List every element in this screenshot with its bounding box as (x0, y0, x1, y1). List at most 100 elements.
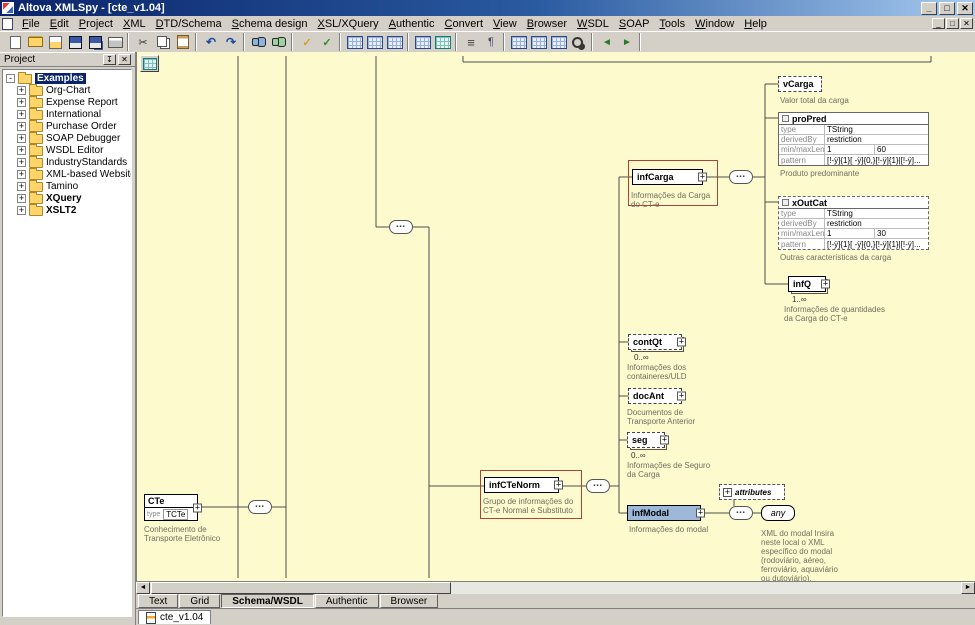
propred-header[interactable]: proPred (779, 113, 928, 125)
collapse-icon[interactable] (6, 74, 15, 83)
tree-item-purchase-order[interactable]: Purchase Order (3, 120, 131, 132)
expand-icon[interactable] (17, 98, 26, 107)
switch-project-icon[interactable] (45, 34, 65, 51)
print-icon[interactable] (105, 34, 125, 51)
schema-display-diagram-icon[interactable] (529, 34, 549, 51)
expand-icon[interactable] (696, 509, 705, 518)
child-minimize-icon[interactable] (932, 18, 945, 29)
tree-item-expense-report[interactable]: Expense Report (3, 96, 131, 108)
expand-icon[interactable] (554, 481, 563, 490)
document-window-icon[interactable] (2, 18, 13, 30)
tree-item-soap-debugger[interactable]: SOAP Debugger (3, 132, 131, 144)
expand-icon[interactable] (677, 338, 686, 347)
element-contqt[interactable]: contQt (628, 334, 682, 350)
redo-icon[interactable] (221, 34, 241, 51)
expand-icon[interactable] (193, 503, 202, 512)
tree-item-wsdl-editor[interactable]: WSDL Editor (3, 144, 131, 156)
sequence-compositor-icon[interactable] (389, 220, 413, 234)
check-wellformed-icon[interactable] (297, 34, 317, 51)
tree-item-xquery[interactable]: XQuery (3, 192, 131, 204)
expand-icon[interactable] (17, 194, 26, 203)
scroll-right-icon[interactable]: ► (961, 582, 975, 594)
menu-dtd-schema[interactable]: DTD/Schema (151, 18, 227, 30)
add-child-row-icon[interactable] (385, 34, 405, 51)
menu-tools[interactable]: Tools (654, 18, 690, 30)
table-view-icon[interactable] (433, 34, 453, 51)
validate-icon[interactable] (317, 34, 337, 51)
element-infq[interactable]: infQ (788, 276, 826, 292)
append-row-icon[interactable] (345, 34, 365, 51)
expand-icon[interactable] (723, 488, 732, 497)
schema-display-all-icon[interactable] (509, 34, 529, 51)
tree-item-tamino[interactable]: Tamino (3, 180, 131, 192)
attributes-box[interactable]: attributes (719, 484, 785, 500)
sequence-compositor-icon[interactable] (248, 500, 272, 514)
expand-icon[interactable] (17, 134, 26, 143)
tree-item-examples[interactable]: Examples (3, 72, 131, 84)
undo-icon[interactable] (201, 34, 221, 51)
expand-icon[interactable] (17, 206, 26, 215)
zoom-icon[interactable] (569, 34, 589, 51)
expand-icon[interactable] (677, 392, 686, 401)
expand-icon[interactable] (17, 146, 26, 155)
paste-icon[interactable] (173, 34, 193, 51)
element-vcarga[interactable]: vCarga (778, 76, 822, 92)
expand-icon[interactable] (17, 86, 26, 95)
tree-item-xslt2[interactable]: XSLT2 (3, 204, 131, 216)
sequence-compositor-icon[interactable] (729, 506, 753, 520)
menu-schema-design[interactable]: Schema design (227, 18, 313, 30)
save-all-icon[interactable] (85, 34, 105, 51)
tree-item-international[interactable]: International (3, 108, 131, 120)
menu-view[interactable]: View (488, 18, 522, 30)
show-globals-button[interactable] (140, 55, 159, 72)
expand-icon[interactable] (17, 110, 26, 119)
minimize-icon[interactable] (921, 2, 937, 15)
element-propred[interactable]: proPred type TString derivedBy restricti… (778, 112, 929, 166)
menu-xml[interactable]: XML (118, 18, 151, 30)
menu-project[interactable]: Project (74, 18, 118, 30)
element-docant[interactable]: docAnt (628, 388, 682, 404)
element-any[interactable]: any (761, 505, 795, 521)
save-file-icon[interactable] (65, 34, 85, 51)
tab-schema-wsdl[interactable]: Schema/WSDL (221, 594, 314, 608)
expand-icon[interactable] (17, 122, 26, 131)
menu-browser[interactable]: Browser (522, 18, 572, 30)
insert-row-icon[interactable] (365, 34, 385, 51)
new-file-icon[interactable] (5, 34, 25, 51)
tab-authentic[interactable]: Authentic (315, 594, 379, 608)
tree-item-industrystandards[interactable]: IndustryStandards (3, 156, 131, 168)
expand-icon[interactable] (698, 173, 707, 182)
menu-wsdl[interactable]: WSDL (572, 18, 614, 30)
expand-icon[interactable] (17, 182, 26, 191)
element-seg[interactable]: seg (627, 432, 665, 448)
cut-icon[interactable] (133, 34, 153, 51)
pretty-print-icon[interactable] (461, 34, 481, 51)
element-xoutcat[interactable]: xOutCat type TString derivedBy restricti… (778, 196, 929, 250)
menu-edit[interactable]: Edit (45, 18, 74, 30)
element-cte[interactable]: CTe type TCTe (144, 494, 198, 521)
forward-icon[interactable] (617, 34, 637, 51)
menu-window[interactable]: Window (690, 18, 739, 30)
child-close-icon[interactable] (960, 18, 973, 29)
menu-file[interactable]: File (17, 18, 45, 30)
tab-text[interactable]: Text (138, 594, 178, 608)
tab-grid[interactable]: Grid (179, 594, 220, 608)
find-next-icon[interactable] (269, 34, 289, 51)
find-icon[interactable] (249, 34, 269, 51)
sequence-compositor-icon[interactable] (729, 170, 753, 184)
tab-browser[interactable]: Browser (380, 594, 439, 608)
grid-view-icon[interactable] (413, 34, 433, 51)
menu-soap[interactable]: SOAP (614, 18, 655, 30)
element-infmodal[interactable]: infModal (627, 505, 701, 521)
document-tab-cte[interactable]: cte_v1.04 (138, 610, 211, 624)
maximize-icon[interactable] (939, 2, 955, 15)
scrollbar-thumb[interactable] (151, 582, 451, 594)
close-icon[interactable] (957, 2, 973, 15)
open-file-icon[interactable] (25, 34, 45, 51)
xoutcat-header[interactable]: xOutCat (779, 197, 928, 209)
autohide-pin-icon[interactable] (103, 54, 116, 65)
schema-settings-icon[interactable] (549, 34, 569, 51)
horizontal-scrollbar[interactable]: ◄ ► (136, 581, 975, 594)
expand-icon[interactable] (17, 170, 26, 179)
sequence-compositor-icon[interactable] (586, 479, 610, 493)
